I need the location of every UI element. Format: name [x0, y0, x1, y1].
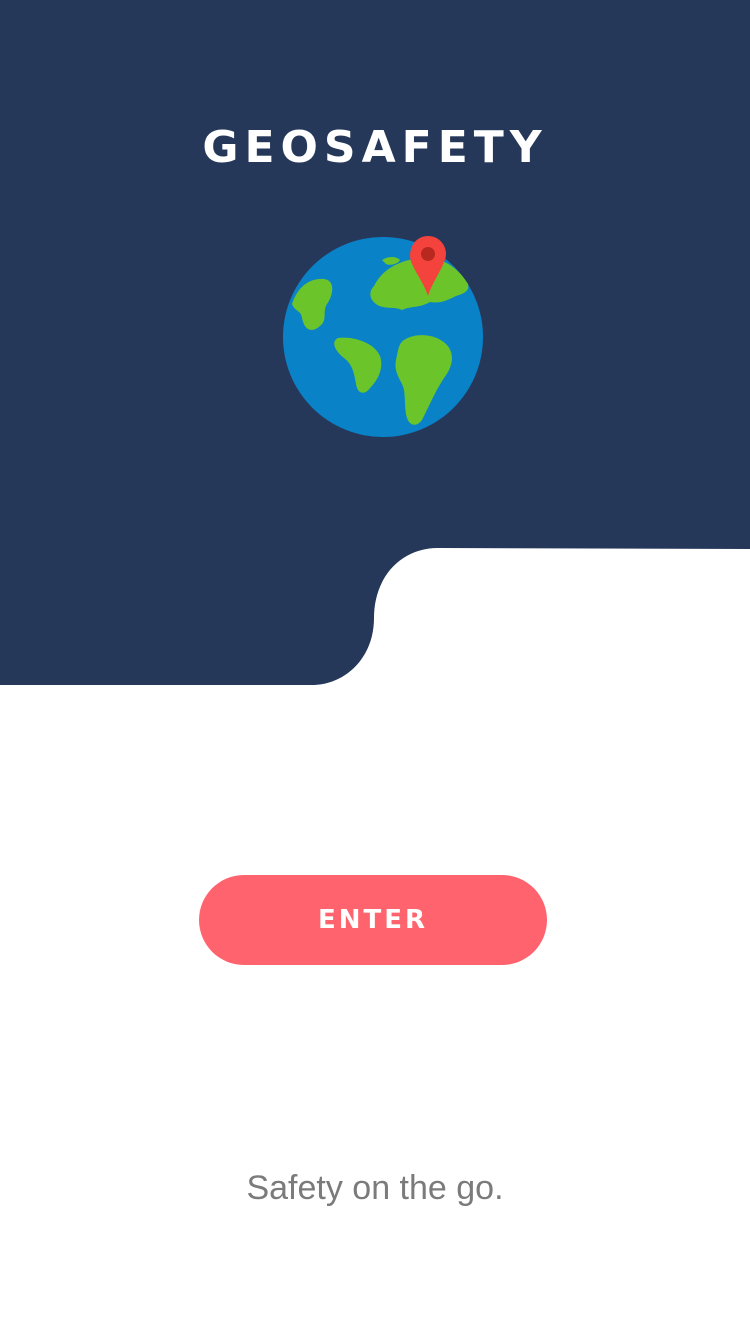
globe-icon [280, 234, 486, 440]
enter-button[interactable]: ENTER [199, 875, 547, 965]
tagline: Safety on the go. [246, 1169, 504, 1207]
app-title: GEOSAFETY [202, 122, 548, 173]
